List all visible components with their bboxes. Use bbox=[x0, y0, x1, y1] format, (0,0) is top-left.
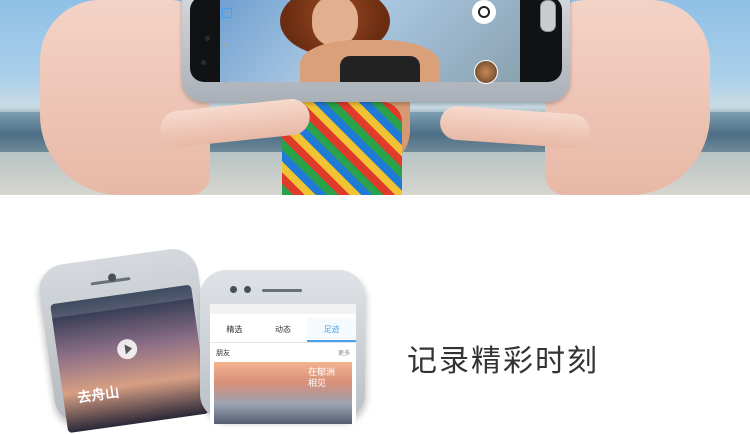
flash-icon[interactable]: ϟ bbox=[222, 78, 227, 86]
settings-gear-icon[interactable]: ✱ bbox=[222, 42, 229, 50]
tab-featured[interactable]: 精选 bbox=[210, 318, 259, 342]
landscape-phone bbox=[182, 0, 570, 102]
status-bar bbox=[50, 284, 193, 319]
model-top bbox=[340, 56, 420, 82]
tab-updates[interactable]: 动态 bbox=[259, 318, 308, 342]
mode-square-icon[interactable] bbox=[222, 8, 232, 18]
sensor-icon bbox=[244, 286, 251, 293]
earpiece bbox=[262, 289, 302, 292]
front-camera-icon bbox=[205, 36, 210, 41]
phone-left: 去舟山 bbox=[36, 245, 217, 434]
camera-shutter-icon[interactable] bbox=[472, 0, 496, 24]
sensor-icon bbox=[201, 60, 206, 65]
photo-text-line2: 相见 bbox=[308, 379, 327, 389]
status-bar bbox=[210, 304, 356, 314]
hero-banner-image: ✱ ϟ bbox=[0, 0, 750, 195]
front-camera-icon bbox=[230, 286, 237, 293]
app-screen: 精选 动态 足迹 朋友 更多 在郁洲 相见 bbox=[210, 304, 356, 424]
video-caption: 去舟山 bbox=[76, 384, 121, 407]
section-heading: 朋友 bbox=[216, 349, 230, 357]
photo-text-line1: 在郁洲 bbox=[308, 368, 336, 378]
video-screen: 去舟山 bbox=[50, 284, 209, 434]
play-icon[interactable] bbox=[115, 337, 139, 361]
tab-bar: 精选 动态 足迹 bbox=[210, 318, 356, 343]
more-link[interactable]: 更多 bbox=[338, 348, 350, 357]
gallery-thumbnail-icon[interactable] bbox=[474, 60, 498, 84]
feature-headline: 记录精彩时刻 bbox=[407, 344, 599, 379]
phone-right: 精选 动态 足迹 朋友 更多 在郁洲 相见 bbox=[200, 270, 365, 424]
home-key-button[interactable] bbox=[540, 0, 556, 32]
tab-footprints[interactable]: 足迹 bbox=[307, 318, 356, 342]
photo-overlay-text: 在郁洲 相见 bbox=[308, 368, 335, 390]
